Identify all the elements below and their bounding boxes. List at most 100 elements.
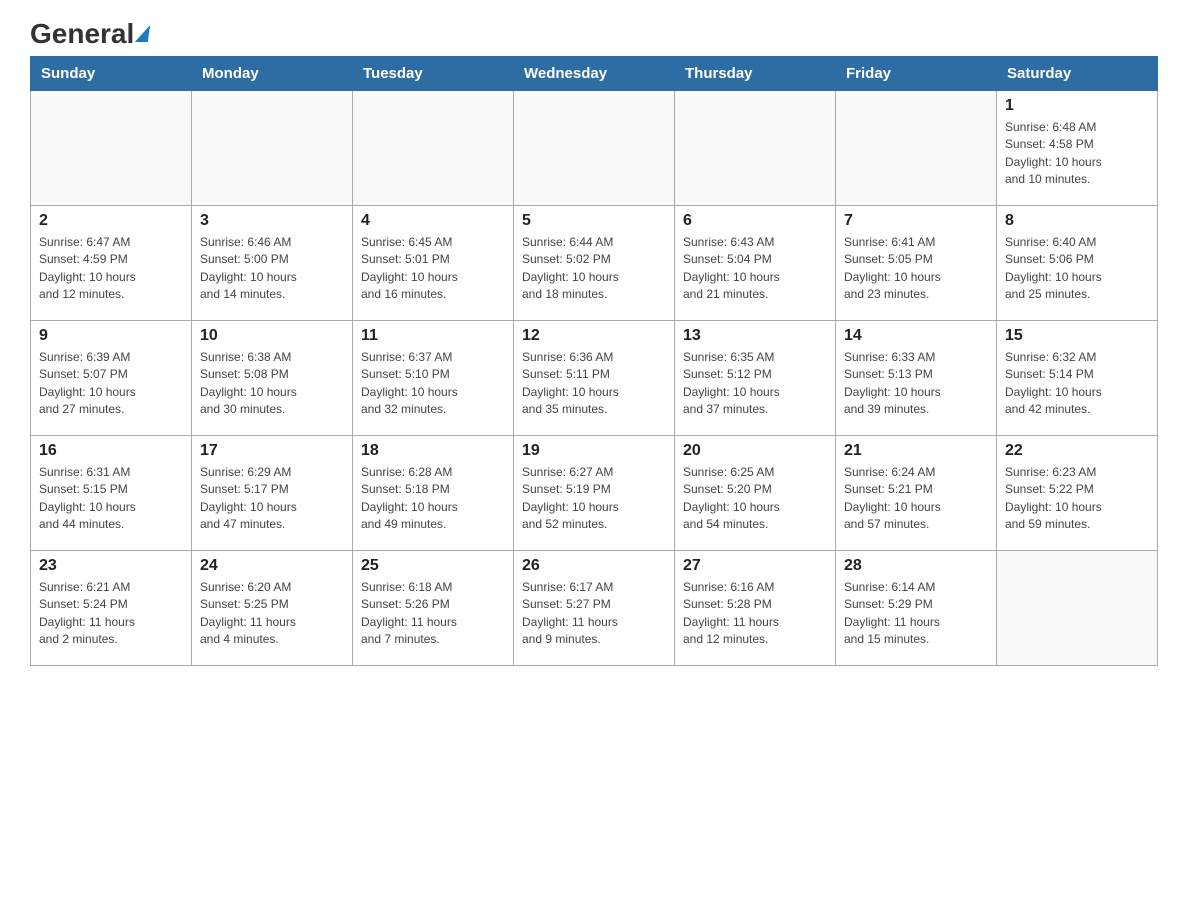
day-cell: 23 Sunrise: 6:21 AM Sunset: 5:24 PM Dayli… [31,551,192,666]
day-cell: 5 Sunrise: 6:44 AM Sunset: 5:02 PM Daylig… [514,206,675,321]
day-info: Sunrise: 6:18 AM Sunset: 5:26 PM Dayligh… [361,579,505,649]
day-info: Sunrise: 6:43 AM Sunset: 5:04 PM Dayligh… [683,234,827,304]
page-header: General [30,20,1158,46]
day-info: Sunrise: 6:29 AM Sunset: 5:17 PM Dayligh… [200,464,344,534]
day-number: 27 [683,557,827,575]
day-number: 17 [200,442,344,460]
day-info: Sunrise: 6:39 AM Sunset: 5:07 PM Dayligh… [39,349,183,419]
day-number: 11 [361,327,505,345]
day-number: 5 [522,212,666,230]
day-cell: 15 Sunrise: 6:32 AM Sunset: 5:14 PM Dayli… [997,321,1158,436]
day-header-sunday: Sunday [31,57,192,91]
day-cell: 24 Sunrise: 6:20 AM Sunset: 5:25 PM Dayli… [192,551,353,666]
day-number: 10 [200,327,344,345]
day-cell [192,91,353,206]
day-number: 1 [1005,97,1149,115]
day-cell: 4 Sunrise: 6:45 AM Sunset: 5:01 PM Daylig… [353,206,514,321]
day-cell: 21 Sunrise: 6:24 AM Sunset: 5:21 PM Dayli… [836,436,997,551]
day-info: Sunrise: 6:46 AM Sunset: 5:00 PM Dayligh… [200,234,344,304]
day-number: 16 [39,442,183,460]
day-info: Sunrise: 6:14 AM Sunset: 5:29 PM Dayligh… [844,579,988,649]
day-info: Sunrise: 6:28 AM Sunset: 5:18 PM Dayligh… [361,464,505,534]
day-cell: 27 Sunrise: 6:16 AM Sunset: 5:28 PM Dayli… [675,551,836,666]
days-header-row: SundayMondayTuesdayWednesdayThursdayFrid… [31,57,1158,91]
day-cell: 14 Sunrise: 6:33 AM Sunset: 5:13 PM Dayli… [836,321,997,436]
day-number: 28 [844,557,988,575]
day-cell: 25 Sunrise: 6:18 AM Sunset: 5:26 PM Dayli… [353,551,514,666]
day-cell: 18 Sunrise: 6:28 AM Sunset: 5:18 PM Dayli… [353,436,514,551]
day-info: Sunrise: 6:37 AM Sunset: 5:10 PM Dayligh… [361,349,505,419]
week-row-3: 9 Sunrise: 6:39 AM Sunset: 5:07 PM Daylig… [31,321,1158,436]
day-cell: 2 Sunrise: 6:47 AM Sunset: 4:59 PM Daylig… [31,206,192,321]
day-header-thursday: Thursday [675,57,836,91]
day-info: Sunrise: 6:24 AM Sunset: 5:21 PM Dayligh… [844,464,988,534]
day-info: Sunrise: 6:47 AM Sunset: 4:59 PM Dayligh… [39,234,183,304]
day-info: Sunrise: 6:45 AM Sunset: 5:01 PM Dayligh… [361,234,505,304]
day-cell [836,91,997,206]
day-info: Sunrise: 6:32 AM Sunset: 5:14 PM Dayligh… [1005,349,1149,419]
day-info: Sunrise: 6:40 AM Sunset: 5:06 PM Dayligh… [1005,234,1149,304]
day-info: Sunrise: 6:35 AM Sunset: 5:12 PM Dayligh… [683,349,827,419]
logo-top: General [30,20,149,48]
day-number: 14 [844,327,988,345]
calendar-table: SundayMondayTuesdayWednesdayThursdayFrid… [30,56,1158,666]
day-header-wednesday: Wednesday [514,57,675,91]
week-row-5: 23 Sunrise: 6:21 AM Sunset: 5:24 PM Dayli… [31,551,1158,666]
day-number: 4 [361,212,505,230]
day-number: 26 [522,557,666,575]
day-info: Sunrise: 6:44 AM Sunset: 5:02 PM Dayligh… [522,234,666,304]
day-cell: 16 Sunrise: 6:31 AM Sunset: 5:15 PM Dayli… [31,436,192,551]
day-cell: 19 Sunrise: 6:27 AM Sunset: 5:19 PM Dayli… [514,436,675,551]
day-cell [675,91,836,206]
day-info: Sunrise: 6:27 AM Sunset: 5:19 PM Dayligh… [522,464,666,534]
day-number: 22 [1005,442,1149,460]
day-info: Sunrise: 6:21 AM Sunset: 5:24 PM Dayligh… [39,579,183,649]
day-cell: 3Sunrise: 6:46 AM Sunset: 5:00 PM Daylig… [192,206,353,321]
day-number: 23 [39,557,183,575]
week-row-2: 2 Sunrise: 6:47 AM Sunset: 4:59 PM Daylig… [31,206,1158,321]
day-info: Sunrise: 6:17 AM Sunset: 5:27 PM Dayligh… [522,579,666,649]
day-cell [353,91,514,206]
day-cell: 28 Sunrise: 6:14 AM Sunset: 5:29 PM Dayli… [836,551,997,666]
day-header-friday: Friday [836,57,997,91]
day-cell: 12Sunrise: 6:36 AM Sunset: 5:11 PM Dayli… [514,321,675,436]
day-cell: 20Sunrise: 6:25 AM Sunset: 5:20 PM Dayli… [675,436,836,551]
day-cell: 17 Sunrise: 6:29 AM Sunset: 5:17 PM Dayli… [192,436,353,551]
day-info: Sunrise: 6:23 AM Sunset: 5:22 PM Dayligh… [1005,464,1149,534]
day-cell: 7 Sunrise: 6:41 AM Sunset: 5:05 PM Daylig… [836,206,997,321]
day-info: Sunrise: 6:31 AM Sunset: 5:15 PM Dayligh… [39,464,183,534]
day-cell: 22 Sunrise: 6:23 AM Sunset: 5:22 PM Dayli… [997,436,1158,551]
day-cell: 10 Sunrise: 6:38 AM Sunset: 5:08 PM Dayli… [192,321,353,436]
day-header-saturday: Saturday [997,57,1158,91]
day-number: 9 [39,327,183,345]
day-cell: 9 Sunrise: 6:39 AM Sunset: 5:07 PM Daylig… [31,321,192,436]
logo: General [30,20,149,46]
day-header-monday: Monday [192,57,353,91]
day-info: Sunrise: 6:38 AM Sunset: 5:08 PM Dayligh… [200,349,344,419]
week-row-4: 16 Sunrise: 6:31 AM Sunset: 5:15 PM Dayli… [31,436,1158,551]
day-header-tuesday: Tuesday [353,57,514,91]
day-info: Sunrise: 6:33 AM Sunset: 5:13 PM Dayligh… [844,349,988,419]
day-number: 8 [1005,212,1149,230]
day-number: 18 [361,442,505,460]
day-number: 19 [522,442,666,460]
day-cell [31,91,192,206]
day-info: Sunrise: 6:25 AM Sunset: 5:20 PM Dayligh… [683,464,827,534]
day-info: Sunrise: 6:20 AM Sunset: 5:25 PM Dayligh… [200,579,344,649]
day-number: 21 [844,442,988,460]
day-info: Sunrise: 6:16 AM Sunset: 5:28 PM Dayligh… [683,579,827,649]
day-number: 25 [361,557,505,575]
day-number: 7 [844,212,988,230]
day-number: 2 [39,212,183,230]
day-number: 13 [683,327,827,345]
day-cell: 8 Sunrise: 6:40 AM Sunset: 5:06 PM Daylig… [997,206,1158,321]
day-cell: 13 Sunrise: 6:35 AM Sunset: 5:12 PM Dayli… [675,321,836,436]
day-cell: 11 Sunrise: 6:37 AM Sunset: 5:10 PM Dayli… [353,321,514,436]
day-cell [997,551,1158,666]
day-number: 15 [1005,327,1149,345]
day-number: 24 [200,557,344,575]
day-number: 6 [683,212,827,230]
day-cell: 6 Sunrise: 6:43 AM Sunset: 5:04 PM Daylig… [675,206,836,321]
day-cell: 26 Sunrise: 6:17 AM Sunset: 5:27 PM Dayli… [514,551,675,666]
day-info: Sunrise: 6:41 AM Sunset: 5:05 PM Dayligh… [844,234,988,304]
